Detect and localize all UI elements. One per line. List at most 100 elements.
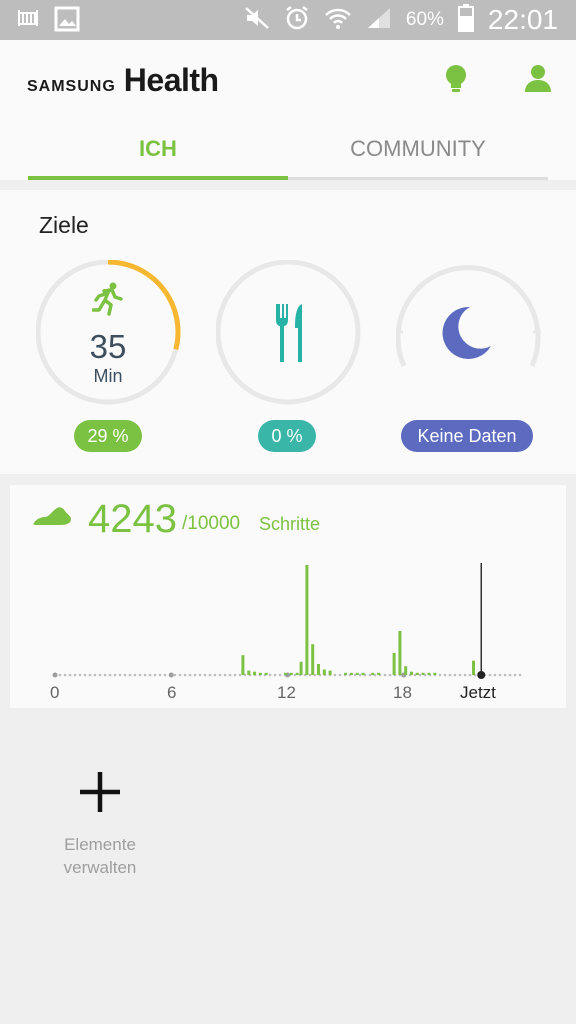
brand-samsung: SAMSUNG	[27, 78, 116, 95]
baseline-dot	[238, 673, 242, 677]
crib-icon	[16, 6, 40, 37]
battery-percent: 60%	[405, 9, 444, 30]
sleep-status-badge: Keine Daten	[401, 420, 533, 452]
tick-dot	[168, 672, 174, 678]
sleep-gauge[interactable]	[396, 260, 544, 408]
food-gauge[interactable]	[216, 260, 364, 408]
baseline-dot	[213, 673, 217, 677]
baseline-dot	[133, 673, 137, 677]
manage-label-line2: verwalten	[63, 858, 137, 877]
baseline-dot	[308, 673, 312, 677]
mute-icon	[244, 6, 270, 35]
axis-label-18: 18	[393, 683, 412, 702]
baseline-dot	[233, 673, 237, 677]
baseline-dot	[493, 673, 497, 677]
tab-bar: ICH COMMUNITY	[28, 126, 548, 182]
baseline-dot	[218, 673, 222, 677]
app-logo: SAMSUNG Health	[27, 62, 219, 99]
alarm-icon	[284, 5, 310, 36]
wifi-icon	[324, 6, 352, 35]
baseline-dot	[63, 673, 67, 677]
activity-percent-badge: 29 %	[74, 420, 142, 452]
baseline-dot	[453, 673, 457, 677]
steps-target: /10000	[182, 513, 241, 534]
step-bar	[421, 672, 425, 675]
baseline-dot	[468, 673, 472, 677]
baseline-dot	[93, 673, 97, 677]
baseline-dot	[88, 673, 92, 677]
axis-label-12: 12	[277, 683, 296, 702]
goals-card[interactable]: Ziele 35 Min 29 % 0 % Keine Daten	[0, 190, 576, 474]
step-bar	[410, 671, 413, 675]
plus-icon	[78, 770, 122, 819]
step-bar	[349, 672, 353, 675]
profile-icon[interactable]	[524, 64, 552, 99]
now-marker-dot	[477, 671, 486, 679]
steps-card[interactable]: 4243 /10000 Schritte 0 6 12 18 Jetzt	[10, 485, 566, 708]
activity-value: 35	[89, 328, 127, 365]
baseline-dot	[418, 673, 422, 677]
baseline-dot	[98, 673, 102, 677]
baseline-dot	[68, 673, 72, 677]
baseline-dot	[368, 673, 372, 677]
lightbulb-icon[interactable]	[442, 64, 470, 99]
step-bar	[299, 661, 303, 675]
baseline-dot	[83, 673, 87, 677]
step-bar	[253, 671, 257, 675]
baseline-dot	[503, 673, 507, 677]
baseline-dot	[158, 673, 162, 677]
tab-ich[interactable]: ICH	[28, 126, 288, 178]
baseline-dot	[163, 673, 167, 677]
baseline-dot	[498, 673, 502, 677]
baseline-dot	[508, 673, 512, 677]
baseline-dot	[188, 673, 192, 677]
goals-title: Ziele	[39, 212, 89, 238]
baseline-dot	[108, 673, 112, 677]
step-bar	[355, 672, 359, 675]
baseline-dot	[73, 673, 77, 677]
baseline-dot	[138, 673, 142, 677]
step-bar	[289, 672, 293, 675]
baseline-dot	[383, 673, 387, 677]
baseline-dot	[488, 673, 492, 677]
baseline-dot	[148, 673, 152, 677]
baseline-dot	[463, 673, 467, 677]
baseline-dot	[388, 673, 392, 677]
step-bar	[311, 644, 315, 675]
step-bar	[398, 631, 402, 675]
signal-icon	[366, 6, 392, 35]
baseline-dot	[58, 673, 62, 677]
step-bar	[322, 669, 326, 675]
baseline-dot	[333, 673, 337, 677]
baseline-dot	[358, 673, 362, 677]
baseline-dot	[338, 673, 342, 677]
step-bar	[317, 664, 320, 675]
step-bar	[241, 655, 245, 675]
axis-label-now: Jetzt	[460, 683, 496, 702]
step-bar	[344, 672, 348, 675]
step-bar	[415, 672, 419, 675]
baseline-dot	[78, 673, 82, 677]
step-bar	[284, 672, 288, 675]
step-bar	[433, 672, 437, 675]
step-bar	[361, 672, 365, 675]
baseline-dot	[103, 673, 107, 677]
step-bar	[472, 660, 475, 675]
activity-gauge[interactable]: 35 Min	[36, 260, 184, 408]
axis-label-6: 6	[167, 683, 177, 702]
baseline-dot	[513, 673, 517, 677]
baseline-dot	[443, 673, 447, 677]
baseline-dot	[448, 673, 452, 677]
step-bar	[427, 672, 431, 675]
baseline-dot	[153, 673, 157, 677]
tab-community[interactable]: COMMUNITY	[288, 126, 548, 178]
baseline-dot	[118, 673, 122, 677]
manage-items-button[interactable]: Elemente verwalten	[40, 770, 160, 879]
baseline-dot	[228, 673, 232, 677]
baseline-dot	[518, 673, 522, 677]
image-icon	[54, 6, 80, 37]
step-bar	[305, 565, 309, 675]
manage-label-line1: Elemente	[64, 835, 136, 854]
steps-unit: Schritte	[259, 514, 321, 534]
baseline-dot	[223, 673, 227, 677]
